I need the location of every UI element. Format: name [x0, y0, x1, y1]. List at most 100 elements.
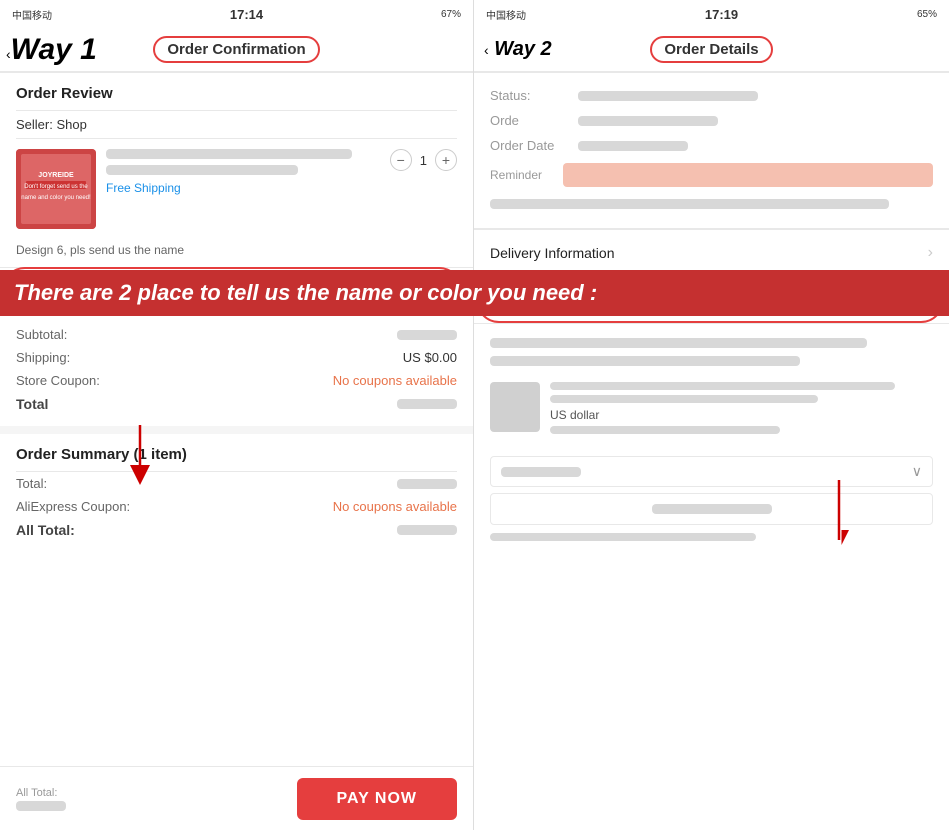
all-total-label: All Total:: [16, 522, 75, 538]
panel-way2: 中国移动 17:19 65% ‹ Way 2 Order Details Sta…: [474, 0, 949, 830]
order-summary-title: Order Summary (1 item): [16, 434, 457, 471]
summary-total-val: [397, 479, 457, 489]
panel-way1: 中国移动 17:14 67% ‹Way 1 Order Confirmation…: [0, 0, 474, 830]
nav-title-left: Order Confirmation: [153, 36, 319, 63]
total-row: Total: [16, 392, 457, 416]
status-value-blurred: [578, 91, 758, 101]
all-total-val: [397, 525, 457, 535]
right-bottom-content: US dollar ∨: [474, 324, 949, 557]
subtotal-value: [397, 330, 457, 340]
nav-bar-right: ‹ Way 2 Order Details: [474, 28, 949, 72]
carrier-right: 中国移动: [486, 7, 526, 22]
qty-value: 1: [420, 153, 427, 168]
way1-label: ‹Way 1: [6, 33, 97, 67]
subtotal-label: Subtotal:: [16, 327, 67, 342]
store-coupon-label: Store Coupon:: [16, 373, 100, 388]
total-label: Total: [16, 396, 48, 412]
product-info: Free Shipping: [106, 149, 380, 195]
order-date-row: Order Date: [490, 133, 933, 158]
extra-blurred-row: [490, 196, 933, 214]
main-panels: 中国移动 17:14 67% ‹Way 1 Order Confirmation…: [0, 0, 949, 830]
battery-left: 67%: [441, 9, 461, 20]
delivery-label: Delivery Information: [490, 245, 615, 261]
thick-divider: [0, 426, 473, 434]
us-dollar-label: US dollar: [550, 408, 933, 422]
way2-label: ‹ Way 2: [484, 38, 552, 61]
status-bar-left: 中国移动 17:14 67%: [0, 0, 473, 28]
svg-text:Don't forget send us the: Don't forget send us the: [24, 184, 88, 190]
summary-total-label: Total:: [16, 476, 47, 491]
summary-costs: Total: AliExpress Coupon: No coupons ava…: [16, 472, 457, 542]
arrow-svg-left: [110, 425, 170, 485]
product-desc-2: [106, 165, 298, 175]
thumb-desc-1: [550, 382, 895, 390]
blurred-1: [490, 338, 867, 348]
store-coupon-row: Store Coupon: No coupons available: [16, 369, 457, 392]
aliexpress-coupon-label: AliExpress Coupon:: [16, 499, 130, 514]
order-row: Orde: [490, 108, 933, 133]
order-review-title: Order Review: [16, 73, 457, 110]
aliexpress-coupon-row: AliExpress Coupon: No coupons available: [16, 495, 457, 518]
extra-blurred: [490, 199, 889, 209]
subtotal-row: Subtotal:: [16, 323, 457, 346]
cost-section: Subtotal: Shipping: US $0.00 Store Coupo…: [0, 313, 473, 426]
product-img-inner: JOYREIDE Don't forget send us the name a…: [16, 149, 96, 229]
select-chevron-icon: ∨: [912, 463, 922, 480]
reminder-row: Reminder: [490, 158, 933, 192]
pay-btn-area: All Total: PAY NOW: [0, 766, 473, 830]
arrow-annotation-left: [110, 425, 170, 490]
store-coupon-value: No coupons available: [333, 373, 457, 388]
qty-minus-btn[interactable]: −: [390, 149, 412, 171]
all-total-row: All Total:: [16, 518, 457, 542]
all-total-label-2: All Total:: [16, 787, 66, 799]
shipping-label: Shipping:: [16, 350, 70, 365]
svg-text:name and color you need!: name and color you need!: [21, 195, 91, 201]
design-note: Design 6, pls send us the name: [16, 239, 457, 267]
total-value: [397, 399, 457, 409]
footer-blurred-val: [490, 533, 756, 541]
thumb-price: [550, 426, 780, 434]
time-left: 17:14: [230, 7, 263, 22]
pay-total-area: All Total:: [16, 787, 66, 811]
product-thumbnail-svg: JOYREIDE Don't forget send us the name a…: [16, 149, 96, 229]
reminder-label: Reminder: [490, 168, 555, 182]
thumb-desc-2: [550, 395, 818, 403]
select-blurred-val: [501, 467, 581, 477]
order-summary-section: Order Summary (1 item) Total: AliExpress…: [0, 434, 473, 542]
carrier-left: 中国移动: [12, 7, 52, 22]
svg-text:JOYREIDE: JOYREIDE: [38, 172, 74, 179]
qty-plus-btn[interactable]: +: [435, 149, 457, 171]
battery-right: 65%: [917, 9, 937, 20]
nav-bar-left: ‹Way 1 Order Confirmation: [0, 28, 473, 72]
order-date-value-blurred: [578, 141, 688, 151]
summary-total-row: Total:: [16, 472, 457, 495]
product-row: JOYREIDE Don't forget send us the name a…: [16, 139, 457, 239]
nav-title-right: Order Details: [650, 36, 772, 63]
product-image: JOYREIDE Don't forget send us the name a…: [16, 149, 96, 229]
order-date-label: Order Date: [490, 138, 570, 153]
aliexpress-coupon-value: No coupons available: [333, 499, 457, 514]
shipping-value: US $0.00: [403, 350, 457, 365]
arrow-svg-right: [809, 470, 869, 550]
status-label: Status:: [490, 88, 570, 103]
product-thumb-row: US dollar: [490, 374, 933, 450]
delivery-chevron-icon: ›: [928, 244, 933, 262]
input-blurred-val: [652, 504, 772, 514]
status-bar-right: 中国移动 17:19 65%: [474, 0, 949, 28]
shipping-row: Shipping: US $0.00: [16, 346, 457, 369]
blurred-2: [490, 356, 800, 366]
blurred-row-1: [490, 338, 933, 348]
red-banner-overlay: There are 2 place to tell us the name or…: [0, 270, 949, 316]
free-shipping-label: Free Shipping: [106, 181, 380, 195]
seller-line: Seller: Shop: [16, 111, 457, 138]
right-status-section: Status: Orde Order Date Reminder: [474, 73, 949, 228]
order-review-section: Order Review Seller: Shop JOYREIDE Don't…: [0, 73, 473, 267]
order-label: Orde: [490, 113, 570, 128]
time-right: 17:19: [705, 7, 738, 22]
thumb-product-info: US dollar: [550, 382, 933, 442]
status-row: Status:: [490, 83, 933, 108]
pay-total-blurred: [16, 801, 66, 811]
pay-now-button[interactable]: PAY NOW: [297, 778, 458, 820]
order-value-blurred: [578, 116, 718, 126]
product-desc-1: [106, 149, 352, 159]
